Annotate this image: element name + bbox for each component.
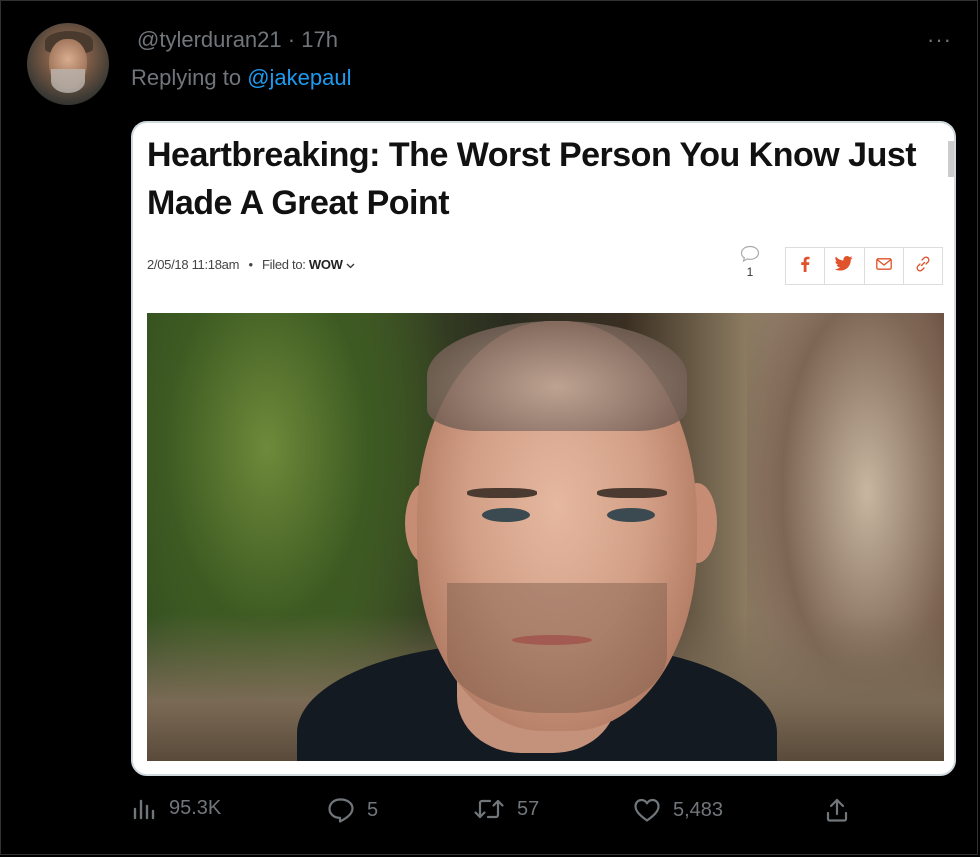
photo-mouth [512, 635, 592, 645]
article-photo [147, 313, 944, 761]
reply-count: 5 [367, 798, 379, 821]
user-handle[interactable]: @tylerduran21 [137, 27, 282, 52]
tweet-time[interactable]: 17h [301, 27, 338, 52]
meta-dot: • [248, 257, 253, 272]
reply-icon [327, 797, 355, 823]
photo-eye-left [482, 508, 530, 522]
views-count: 95.3K [169, 797, 222, 819]
photo-scalp [427, 321, 687, 431]
photo-stubble [447, 583, 667, 713]
retweet-count: 57 [517, 797, 540, 820]
share-button[interactable] [825, 797, 849, 823]
retweet-icon [473, 797, 505, 821]
comment-bubble-icon [735, 245, 765, 263]
article-comments: 1 [735, 245, 765, 279]
email-icon [875, 257, 892, 275]
views-icon [131, 798, 157, 820]
comment-count: 1 [746, 265, 754, 279]
avatar-beard [51, 69, 85, 93]
article-headline: Heartbreaking: The Worst Person You Know… [147, 136, 917, 222]
like-count: 5,483 [673, 798, 724, 821]
photo-eye-right [607, 508, 655, 522]
like-button[interactable]: 5,483 [633, 797, 723, 823]
article-meta: 2/05/18 11:18am • Filed to: WOW [147, 257, 355, 272]
twitter-icon [835, 256, 853, 276]
photo-brow-right [597, 488, 667, 498]
views-button[interactable]: 95.3K [131, 797, 221, 820]
chevron-down-icon [346, 257, 355, 272]
link-share-button[interactable] [904, 248, 942, 284]
user-avatar[interactable] [27, 23, 109, 105]
photo-brow-left [467, 488, 537, 498]
heart-icon [633, 797, 661, 823]
share-icon [825, 797, 849, 823]
more-options-icon[interactable]: ··· [927, 27, 952, 53]
twitter-share-button[interactable] [825, 248, 865, 284]
tweet-header: @tylerduran21 · 17h [137, 27, 338, 53]
link-icon [915, 256, 931, 277]
email-share-button[interactable] [865, 248, 904, 284]
filed-tag: WOW [308, 257, 343, 272]
article-scrollbar [948, 141, 954, 177]
filed-label: Filed to: [262, 257, 306, 272]
replying-prefix: Replying to [131, 65, 242, 90]
replying-to: Replying to @jakepaul [131, 65, 352, 91]
article-date: 2/05/18 11:18am [147, 257, 240, 272]
header-separator: · [287, 27, 296, 52]
facebook-share-button[interactable] [786, 248, 826, 284]
tweet-actions: 95.3K 5 57 5,483 [131, 797, 851, 837]
article-screenshot[interactable]: Heartbreaking: The Worst Person You Know… [131, 121, 956, 776]
retweet-button[interactable]: 57 [473, 797, 539, 821]
replying-mention-link[interactable]: @jakepaul [247, 65, 351, 90]
reply-button[interactable]: 5 [327, 797, 378, 823]
tweet-container: @tylerduran21 · 17h ··· Replying to @jak… [0, 0, 978, 855]
facebook-icon [800, 256, 810, 277]
article-share-bar [785, 247, 943, 285]
